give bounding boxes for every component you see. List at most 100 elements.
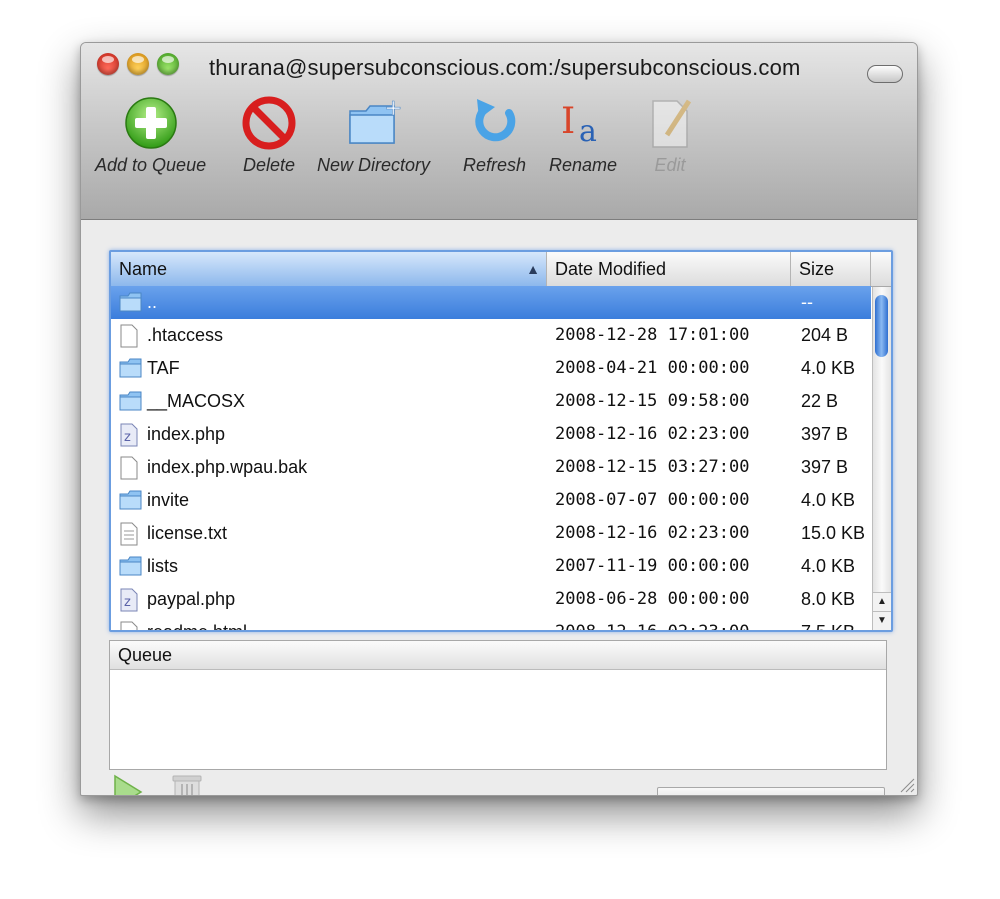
- table-row[interactable]: license.txt 2008-12-16 02:23:00 15.0 KB: [111, 517, 871, 550]
- row-size: 4.0 KB: [801, 358, 856, 378]
- table-row[interactable]: index.php.wpau.bak 2008-12-15 03:27:00 397…: [111, 451, 871, 484]
- table-row[interactable]: z index.php 2008-12-16 02:23:00 397 B: [111, 418, 871, 451]
- ftp-window: thurana@supersubconscious.com:/supersubc…: [80, 42, 918, 796]
- edit-label: Edit: [654, 155, 686, 175]
- delete-button[interactable]: Delete: [241, 95, 297, 176]
- row-size: 8.0 KB: [801, 589, 856, 609]
- trash-icon: [172, 775, 202, 795]
- rename-button[interactable]: I a Rename: [549, 95, 617, 176]
- refresh-label: Refresh: [463, 155, 527, 175]
- new-directory-button[interactable]: + New Directory: [317, 95, 430, 176]
- start-queue-button[interactable]: [111, 772, 145, 795]
- row-name: .htaccess: [147, 325, 224, 345]
- column-date-modified[interactable]: Date Modified: [547, 252, 791, 286]
- plus-icon: [124, 97, 177, 149]
- add-to-queue-label: Add to Queue: [95, 155, 207, 175]
- table-row[interactable]: lists 2007-11-19 00:00:00 4.0 KB: [111, 550, 871, 583]
- row-date-modified: 2008-12-28 17:01:00: [555, 325, 750, 345]
- row-date-modified: 2008-12-16 02:23:00: [555, 523, 750, 543]
- row-size: 7.5 KB: [801, 622, 856, 632]
- php-file-icon: z: [119, 588, 139, 617]
- document-icon: [119, 621, 139, 630]
- table-row[interactable]: TAF 2008-04-21 00:00:00 4.0 KB: [111, 352, 871, 385]
- no-entry-icon: [242, 96, 296, 150]
- row-date-modified: 2008-06-28 00:00:00: [555, 589, 750, 609]
- row-date-modified: 2008-12-15 03:27:00: [555, 457, 750, 477]
- row-size: 397 B: [801, 424, 849, 444]
- row-size: --: [801, 292, 813, 312]
- row-size: 4.0 KB: [801, 490, 856, 510]
- minimize-button[interactable]: [127, 53, 149, 75]
- row-date-modified: 2008-12-15 09:58:00: [555, 391, 750, 411]
- folder-icon: [119, 390, 143, 417]
- queue-header: Queue: [110, 641, 886, 670]
- table-row[interactable]: readme.html 2008-12-16 02:23:00 7.5 KB: [111, 616, 871, 632]
- scrollbar-thumb[interactable]: [875, 295, 888, 357]
- table-row[interactable]: __MACOSX 2008-12-15 09:58:00 22 B: [111, 385, 871, 418]
- row-name: license.txt: [147, 523, 228, 543]
- edit-document-icon: [652, 99, 692, 148]
- queue-panel[interactable]: Queue: [109, 640, 887, 770]
- row-name: readme.html: [147, 622, 248, 632]
- svg-text:a: a: [579, 114, 597, 149]
- row-date-modified: 2007-11-19 00:00:00: [555, 556, 750, 576]
- row-size: 397 B: [801, 457, 849, 477]
- svg-text:I: I: [561, 101, 575, 142]
- play-icon: [114, 774, 143, 795]
- row-date-modified: 2008-07-07 00:00:00: [555, 490, 750, 510]
- file-list-header: Name ▲ Date Modified Size: [111, 252, 891, 287]
- row-size: 204 B: [801, 325, 849, 345]
- row-name: ..: [147, 292, 158, 312]
- scroll-down-arrow[interactable]: ▼: [873, 611, 891, 630]
- row-size: 22 B: [801, 391, 839, 411]
- folder-icon: [119, 489, 143, 516]
- row-date-modified: 2008-04-21 00:00:00: [555, 358, 750, 378]
- row-name: paypal.php: [147, 589, 236, 609]
- svg-text:z: z: [124, 595, 131, 610]
- close-button[interactable]: [97, 53, 119, 75]
- table-row[interactable]: invite 2008-07-07 00:00:00 4.0 KB: [111, 484, 871, 517]
- column-name-label: Name: [119, 259, 168, 279]
- edit-button[interactable]: Edit: [645, 95, 695, 176]
- add-to-queue-button[interactable]: Add to Queue: [95, 95, 206, 176]
- scroll-up-arrow[interactable]: ▲: [873, 592, 891, 611]
- clear-queue-button[interactable]: [171, 772, 203, 795]
- row-date-modified: 2008-12-16 02:23:00: [555, 424, 750, 444]
- row-name: __MACOSX: [147, 391, 246, 411]
- row-date-modified: 2008-12-16 02:23:00: [555, 622, 750, 632]
- refresh-button[interactable]: Refresh: [463, 95, 526, 176]
- folder-icon: [119, 291, 143, 318]
- folder-icon: [119, 357, 143, 384]
- row-name: index.php.wpau.bak: [147, 457, 308, 477]
- text-file-icon: [119, 522, 139, 551]
- new-directory-label: New Directory: [317, 155, 431, 175]
- column-name[interactable]: Name ▲: [111, 252, 547, 286]
- row-name: index.php: [147, 424, 226, 444]
- rename-icon: I a: [561, 101, 597, 149]
- sort-ascending-icon: ▲: [526, 261, 540, 277]
- table-row[interactable]: .htaccess 2008-12-28 17:01:00 204 B: [111, 319, 871, 352]
- transfer-progress-bar: [657, 787, 885, 795]
- row-name: lists: [147, 556, 178, 576]
- vertical-scrollbar[interactable]: ▲ ▼: [872, 287, 891, 630]
- column-size[interactable]: Size: [791, 252, 871, 286]
- document-icon: [119, 324, 139, 353]
- svg-text:z: z: [124, 430, 131, 445]
- rename-label: Rename: [549, 155, 618, 175]
- zoom-button[interactable]: [157, 53, 179, 75]
- file-list[interactable]: Name ▲ Date Modified Size .. -- .htaccess 2…: [109, 250, 893, 632]
- svg-text:+: +: [384, 96, 402, 121]
- row-name: invite: [147, 490, 190, 510]
- titlebar-toolbar: thurana@supersubconscious.com:/supersubc…: [81, 43, 917, 220]
- document-icon: [119, 456, 139, 485]
- table-row[interactable]: z paypal.php 2008-06-28 00:00:00 8.0 KB: [111, 583, 871, 616]
- folder-icon: [119, 555, 143, 582]
- table-row[interactable]: .. --: [111, 286, 871, 319]
- delete-label: Delete: [242, 155, 296, 175]
- window-title: thurana@supersubconscious.com:/supersubc…: [209, 55, 801, 80]
- toolbar-toggle-button[interactable]: [867, 65, 903, 83]
- content-area: Name ▲ Date Modified Size .. -- .htaccess 2…: [81, 220, 917, 795]
- refresh-icon: [474, 99, 515, 142]
- resize-grip-icon[interactable]: [897, 775, 915, 793]
- column-date-label: Date Modified: [555, 259, 667, 279]
